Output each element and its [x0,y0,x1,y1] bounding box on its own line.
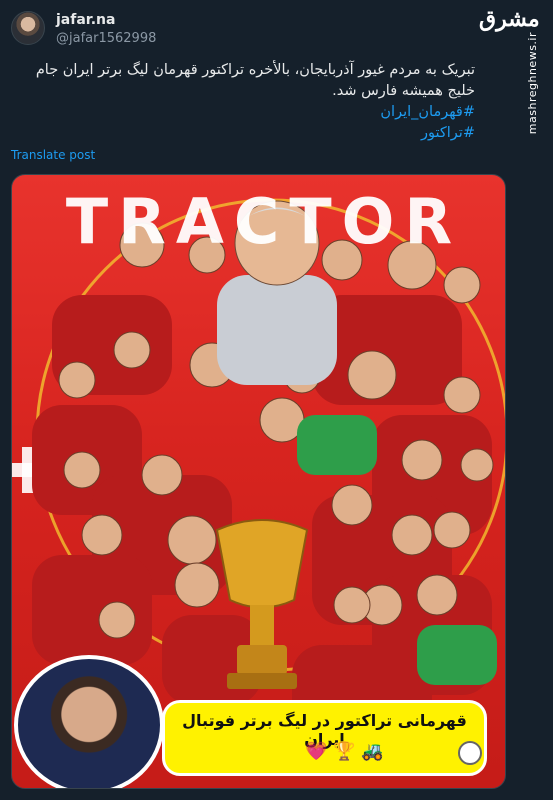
post-body: تبریک به مردم غیور آذربایجان، بالأخره تر… [12,60,475,144]
inset-portrait [14,655,164,788]
post-text: تبریک به مردم غیور آذربایجان، بالأخره تر… [35,62,475,99]
watermark-url: mashreghnews.ir [526,32,539,135]
heart-icon: 💗 [305,741,328,762]
tractor-icon: 🚜 [361,741,384,762]
poster-caption-box: قهرمانی تراکتور در لیگ برتر فوتبال ایران… [162,700,487,776]
author-handle[interactable]: @jafar1562998 [56,31,156,46]
mashregh-watermark: مشرق mashreghnews.ir [479,6,540,134]
author-avatar[interactable] [11,11,45,45]
post-image[interactable]: TRACTOR قهرمانی تراکتور در لیگ برتر فوتب… [11,174,506,789]
watermark-logo: مشرق [479,6,540,32]
hashtag-link[interactable]: #تراکتور [12,123,475,144]
caption-emoji-row: 💗 🏆 🚜 [305,741,384,762]
trophy-icon: 🏆 [333,741,356,762]
author-name[interactable]: jafar.na [56,12,115,28]
profile-icon [458,741,482,765]
hashtag-link[interactable]: #قهرمان_ایران [12,102,475,123]
poster-title: TRACTOR [65,185,463,258]
tweet-post: jafar.na @jafar1562998 مشرق mashreghnews… [0,0,553,800]
translate-post-link[interactable]: Translate post [11,148,95,162]
